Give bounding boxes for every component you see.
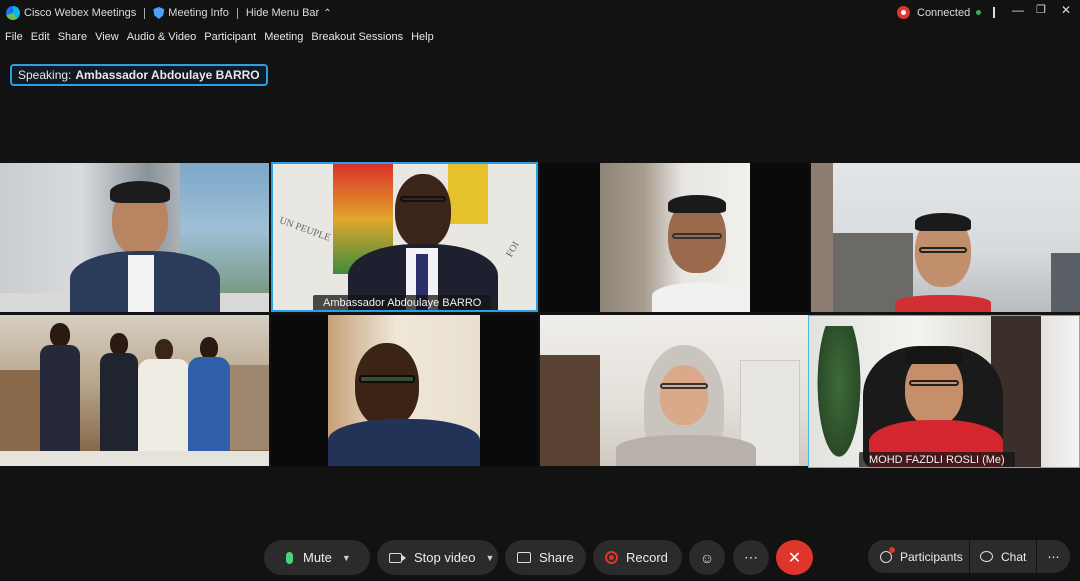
menu-audio-video[interactable]: Audio & Video	[127, 31, 197, 47]
webex-logo-icon	[6, 6, 20, 20]
reactions-button[interactable]: ☺	[689, 540, 725, 575]
video-tile[interactable]	[540, 163, 809, 312]
mute-button[interactable]: Mute ▼	[264, 540, 370, 575]
video-tile[interactable]	[540, 315, 809, 466]
shirt	[128, 255, 154, 312]
chevron-down-icon[interactable]: ▼	[485, 553, 494, 563]
more-options-icon: ⋯	[1047, 549, 1060, 564]
table	[0, 451, 269, 466]
speaking-prefix: Speaking:	[18, 68, 72, 82]
participant-hair	[915, 213, 971, 231]
participant-figure	[138, 339, 190, 451]
participant-head	[395, 174, 451, 248]
glasses	[919, 247, 967, 253]
video-tile[interactable]	[271, 315, 538, 466]
coat-of-arms-emblem	[448, 164, 488, 224]
participant-hair	[110, 181, 170, 203]
restore-icon[interactable]: ❐	[1036, 3, 1046, 16]
hide-menu-bar-label: Hide Menu Bar	[245, 7, 320, 19]
minimize-icon[interactable]: —	[1012, 3, 1024, 17]
menu-help[interactable]: Help	[411, 31, 434, 47]
chevron-down-icon[interactable]: ▼	[342, 553, 351, 563]
active-speaker-banner: Speaking: Ambassador Abdoulaye BARRO	[10, 64, 268, 86]
panel-options-button[interactable]: ⋯	[1037, 540, 1070, 573]
participants-button[interactable]: Participants	[868, 540, 969, 573]
video-tile-self[interactable]: MOHD FAZDLI ROSLI (Me)	[808, 315, 1080, 468]
chat-button[interactable]: Chat	[970, 540, 1036, 573]
close-icon: ✕	[787, 549, 802, 567]
participant-head	[355, 343, 419, 427]
participants-label: Participants	[900, 549, 963, 564]
record-button[interactable]: Record	[593, 540, 682, 575]
connection-status[interactable]: Connected	[897, 6, 982, 19]
participant-body	[328, 419, 480, 466]
divider	[993, 7, 995, 18]
microphone-icon	[286, 551, 293, 564]
close-icon[interactable]: ✕	[1061, 3, 1071, 17]
menu-meeting[interactable]: Meeting	[264, 31, 303, 47]
participant-figure	[40, 323, 80, 451]
bookshelf	[540, 355, 600, 466]
participants-icon	[880, 546, 895, 563]
shield-icon	[153, 7, 165, 19]
participant-name-tag: Ambassador Abdoulaye BARRO	[313, 295, 492, 310]
curtain	[811, 163, 833, 312]
speaking-name: Ambassador Abdoulaye BARRO	[75, 68, 260, 82]
camera-icon	[389, 552, 406, 563]
video-tile-active-speaker[interactable]: UN PEUPLE FOI Ambassador Abdoulaye BARRO	[271, 162, 538, 312]
connection-status-label: Connected	[917, 6, 971, 19]
menu-breakout-sessions[interactable]: Breakout Sessions	[311, 31, 403, 47]
menu-file[interactable]: File	[5, 31, 23, 47]
emoji-icon: ☺	[699, 549, 715, 566]
chat-label: Chat	[1001, 549, 1027, 564]
participant-figure	[100, 333, 138, 451]
glasses	[400, 196, 446, 202]
participant-body	[616, 435, 756, 466]
record-label: Record	[626, 550, 668, 565]
video-tile[interactable]	[811, 163, 1080, 312]
menu-share[interactable]: Share	[58, 31, 87, 47]
glasses	[359, 375, 415, 383]
meeting-info-button[interactable]: Meeting Info	[153, 0, 229, 26]
stop-video-label: Stop video	[414, 550, 476, 565]
more-options-icon: ⋯	[744, 549, 758, 565]
participant-figure	[188, 337, 230, 451]
mute-label: Mute	[303, 550, 332, 565]
participant-body	[895, 295, 991, 312]
status-dot-icon	[976, 10, 982, 15]
glasses	[909, 380, 959, 386]
app-name: Cisco Webex Meetings	[24, 7, 137, 19]
recording-indicator-icon	[897, 6, 910, 19]
divider	[144, 7, 146, 19]
share-icon	[517, 552, 531, 563]
glasses	[660, 383, 708, 389]
share-label: Share	[539, 550, 574, 565]
video-tile[interactable]	[0, 163, 269, 312]
share-button[interactable]: Share	[505, 540, 586, 575]
video-tile[interactable]	[0, 315, 269, 466]
participant-head	[660, 365, 708, 425]
participant-name-tag: MOHD FAZDLI ROSLI (Me)	[859, 452, 1015, 467]
menu-bar: File Edit Share View Audio & Video Parti…	[0, 31, 436, 47]
more-options-button[interactable]: ⋯	[733, 540, 769, 575]
menu-edit[interactable]: Edit	[31, 31, 50, 47]
app-title: Cisco Webex Meetings	[0, 0, 136, 26]
chevron-up-icon: ⌃	[323, 7, 332, 19]
stop-video-button[interactable]: Stop video ▼	[377, 540, 498, 575]
plant	[814, 326, 864, 467]
participant-body	[652, 283, 744, 312]
participant-hair	[668, 195, 726, 213]
menu-participant[interactable]: Participant	[204, 31, 256, 47]
record-icon	[605, 551, 618, 564]
menu-view[interactable]: View	[95, 31, 119, 47]
divider	[236, 7, 238, 19]
leave-meeting-button[interactable]: ✕	[776, 540, 813, 575]
participant-hair	[905, 346, 963, 364]
meeting-info-label: Meeting Info	[168, 7, 229, 19]
chat-icon	[980, 551, 993, 562]
glasses	[672, 233, 722, 239]
hide-menu-bar-button[interactable]: Hide Menu Bar ⌃	[246, 0, 332, 26]
frame	[1051, 253, 1080, 312]
